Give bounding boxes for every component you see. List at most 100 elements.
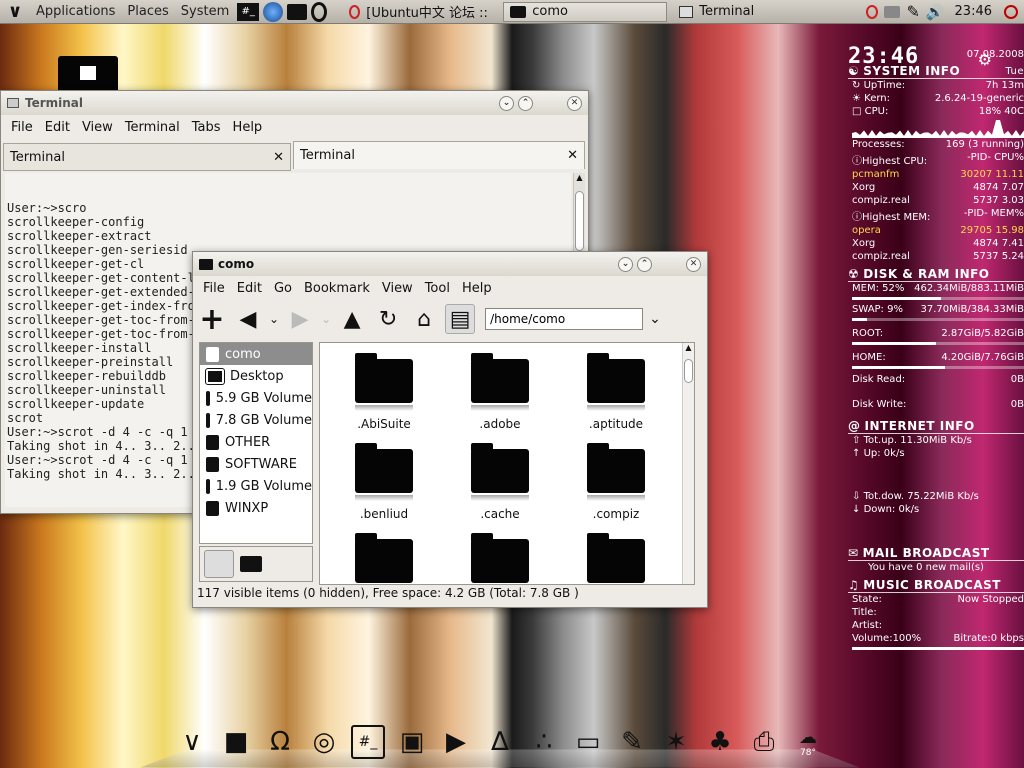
tab-terminal-1[interactable]: Terminal ✕ <box>3 143 291 171</box>
file-item[interactable]: .AbiSuite <box>334 353 434 431</box>
sidebar-item[interactable]: Desktop <box>200 365 312 387</box>
menu-edit[interactable]: Edit <box>231 281 268 296</box>
opera-icon[interactable] <box>311 1 328 22</box>
scroll-up-icon[interactable]: ▲ <box>683 343 694 355</box>
sidebar-item[interactable]: 7.8 GB Volume <box>200 409 312 431</box>
file-item[interactable]: .aptitude <box>566 353 666 431</box>
menu-view[interactable]: View <box>376 281 419 296</box>
pencil-icon[interactable]: ✎ <box>906 2 919 21</box>
refresh-icon: ↻ <box>852 80 861 91</box>
acrobat-icon[interactable]: ∴ <box>527 725 561 759</box>
maximize-button[interactable]: ⌃ <box>518 95 533 111</box>
close-button[interactable]: ✕ <box>686 256 701 272</box>
globe-icon[interactable] <box>263 1 284 22</box>
omega-icon[interactable]: Ω <box>263 725 297 759</box>
sidebar-item[interactable]: 1.9 GB Volume <box>200 475 312 497</box>
terminal-icon[interactable]: #_ <box>351 725 385 759</box>
path-dropdown-icon[interactable]: ⌄ <box>649 311 661 327</box>
sidebar-item[interactable]: SOFTWARE <box>200 453 312 475</box>
task-como[interactable]: como <box>503 1 668 22</box>
close-button[interactable]: ✕ <box>567 95 582 111</box>
inkscape-icon[interactable]: ∆ <box>483 725 517 759</box>
menu-bookmark[interactable]: Bookmark <box>298 281 376 296</box>
file-item[interactable]: .adobe <box>450 353 550 431</box>
drive-view-icon[interactable] <box>204 550 234 578</box>
minimize-button[interactable]: ⌄ <box>618 256 633 272</box>
menu-applications[interactable]: Applications <box>30 4 121 19</box>
tab-close-icon[interactable]: ✕ <box>567 148 578 163</box>
menu-file[interactable]: File <box>197 281 231 296</box>
task-terminal[interactable]: Terminal <box>673 2 823 22</box>
drive-icon[interactable]: ▭ <box>571 725 605 759</box>
terminal-icon[interactable]: #_ <box>237 2 260 21</box>
mail-icon: ✉ <box>848 546 859 560</box>
pencil-icon[interactable]: ✎ <box>615 725 649 759</box>
menu-tool[interactable]: Tool <box>419 281 456 296</box>
forward-icon[interactable]: ▶ <box>285 304 315 334</box>
menu-edit[interactable]: Edit <box>39 120 76 135</box>
maximize-button[interactable]: ⌃ <box>637 256 652 272</box>
sidebar-item[interactable]: como <box>200 343 312 365</box>
path-input[interactable] <box>485 308 644 330</box>
process-row: compiz.real 5737 3.03 <box>852 195 1024 206</box>
file-item[interactable]: .cache <box>450 443 550 521</box>
up-icon[interactable]: ▲ <box>337 304 367 334</box>
menu-places[interactable]: Places <box>121 4 174 19</box>
folder-icon[interactable] <box>287 3 308 20</box>
minimize-button[interactable]: ⌄ <box>499 95 514 111</box>
sidebar-item[interactable]: WINXP <box>200 497 312 519</box>
scroll-thumb[interactable] <box>684 359 693 383</box>
home-icon[interactable]: ⌂ <box>409 304 439 334</box>
dog-icon[interactable]: ♣ <box>703 725 737 759</box>
scroll-up-icon[interactable]: ▲ <box>574 173 585 185</box>
menu-file[interactable]: File <box>5 120 39 135</box>
ubuntu-menu-icon[interactable]: ∨ <box>0 1 30 22</box>
printer-icon[interactable] <box>884 5 901 18</box>
forward-history-icon[interactable]: ⌄ <box>321 312 331 326</box>
reload-icon[interactable]: ↻ <box>373 304 403 334</box>
folder-view-icon[interactable] <box>240 556 262 572</box>
fm-scrollbar[interactable]: ▲ <box>682 343 694 584</box>
gimp-icon[interactable]: ✶ <box>659 725 693 759</box>
mb-icon[interactable]: ▣ <box>395 725 429 759</box>
player-icon[interactable]: ▶ <box>439 725 473 759</box>
cpu-icon: □ <box>852 106 862 117</box>
printer-icon[interactable]: ⎙ <box>747 725 781 759</box>
sidebar-item[interactable]: OTHER <box>200 431 312 453</box>
menu-icon[interactable]: ∨ <box>175 725 209 759</box>
weather-icon[interactable]: ☁ 78° <box>791 725 825 759</box>
uptime-value: 7h 13m <box>985 80 1024 91</box>
clock[interactable]: 23:46 <box>955 4 992 19</box>
folder-icon[interactable]: ■ <box>219 725 253 759</box>
sidebar-item[interactable]: 5.9 GB Volume <box>200 387 312 409</box>
scroll-thumb[interactable] <box>575 191 584 251</box>
file-item[interactable]: .benliud <box>334 443 434 521</box>
task-opera[interactable]: [Ubuntu中文 论坛 :: ... <box>343 2 493 22</box>
tab-close-icon[interactable]: ✕ <box>273 150 284 165</box>
power-icon[interactable] <box>1004 4 1018 19</box>
volume-icon[interactable]: 🔊 <box>926 3 945 21</box>
sidebar-item-label: como <box>225 346 261 362</box>
terminal-titlebar[interactable]: Terminal ⌄ ⌃ ✕ <box>1 91 588 115</box>
opera-tray-icon[interactable] <box>866 4 879 19</box>
file-item[interactable] <box>450 533 550 584</box>
filemanager-window: como ⌄ ⌃ ✕ File Edit Go Bookmark View To… <box>192 251 708 608</box>
menu-system[interactable]: System <box>175 4 235 19</box>
menu-tabs[interactable]: Tabs <box>186 120 227 135</box>
menu-help[interactable]: Help <box>456 281 498 296</box>
file-item[interactable] <box>334 533 434 584</box>
menu-view[interactable]: View <box>76 120 119 135</box>
menu-go[interactable]: Go <box>268 281 298 296</box>
file-item[interactable]: .compiz <box>566 443 666 521</box>
open-folder-icon[interactable]: ▤ <box>445 304 476 334</box>
globe-icon[interactable]: ◎ <box>307 725 341 759</box>
back-history-icon[interactable]: ⌄ <box>269 312 279 326</box>
filemanager-titlebar[interactable]: como ⌄ ⌃ ✕ <box>193 252 707 276</box>
menu-help[interactable]: Help <box>227 120 269 135</box>
new-tab-icon[interactable]: + <box>197 302 227 337</box>
home-folder-icon[interactable] <box>58 56 118 94</box>
tab-terminal-2[interactable]: Terminal ✕ <box>293 141 585 169</box>
file-item[interactable] <box>566 533 666 584</box>
menu-terminal[interactable]: Terminal <box>119 120 186 135</box>
back-icon[interactable]: ◀ <box>233 304 263 334</box>
